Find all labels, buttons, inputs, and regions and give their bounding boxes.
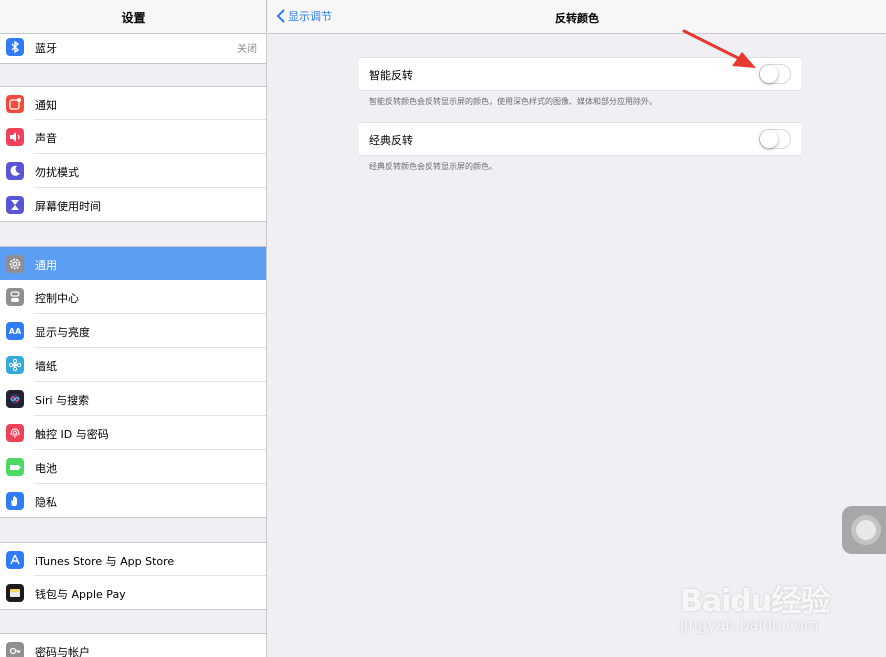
sidebar-item-wallpaper[interactable]: 墙纸 — [0, 348, 266, 382]
sidebar-item-sounds[interactable]: 声音 — [0, 120, 266, 154]
assistive-touch-button[interactable] — [842, 506, 886, 554]
annotation-arrow-icon — [682, 29, 756, 68]
moon-icon — [6, 162, 24, 180]
sidebar-item-privacy[interactable]: 隐私 — [0, 484, 266, 518]
classic-invert-label: 经典反转 — [369, 134, 413, 147]
classic-invert-cell: 经典反转 — [359, 122, 801, 156]
sidebar-item-label: 显示与亮度 — [35, 326, 90, 339]
watermark-url: jingyan.baidu.com — [680, 616, 819, 634]
toggle-knob — [760, 130, 778, 148]
battery-icon — [6, 458, 24, 476]
toggle-knob — [760, 65, 778, 83]
sidebar-item-label: 墙纸 — [35, 360, 57, 373]
sidebar-item-label: 触控 ID 与密码 — [35, 428, 109, 441]
sidebar-item-label: 电池 — [35, 462, 57, 475]
toggles-icon — [6, 288, 24, 306]
sidebar-item-app-store[interactable]: iTunes Store 与 App Store — [0, 542, 266, 576]
sidebar-item-touch-id[interactable]: 触控 ID 与密码 — [0, 416, 266, 450]
sidebar-item-label: 蓝牙 — [35, 42, 57, 55]
key-icon — [6, 642, 24, 657]
detail-nav-bar: 显示调节 反转颜色 — [268, 0, 886, 34]
sidebar-item-bluetooth[interactable]: 蓝牙 关闭 — [0, 30, 266, 64]
sidebar-item-passwords[interactable]: 密码与帐户 — [0, 633, 266, 657]
sidebar-item-label: 隐私 — [35, 496, 57, 509]
classic-invert-footer: 经典反转颜色会反转显示屏的颜色。 — [369, 162, 497, 171]
sidebar-item-display[interactable]: AA 显示与亮度 — [0, 314, 266, 348]
gear-icon — [6, 255, 24, 273]
sidebar-item-label: iTunes Store 与 App Store — [35, 555, 175, 568]
sidebar-item-label: Siri 与搜索 — [35, 394, 90, 407]
sidebar-item-label: 通知 — [35, 99, 57, 112]
page-title: 反转颜色 — [555, 12, 599, 25]
app-store-icon — [6, 551, 24, 569]
sidebar-title: 设置 — [121, 11, 146, 25]
sidebar-item-label: 钱包与 Apple Pay — [35, 588, 126, 601]
sidebar-item-label: 密码与帐户 — [35, 646, 90, 657]
settings-sidebar: 蓝牙 关闭 设置 通知 声音 勿扰模式 屏幕使用时间 通用 控制中心 AA 显示… — [0, 0, 267, 657]
siri-icon — [6, 390, 24, 408]
sidebar-item-general[interactable]: 通用 — [0, 246, 266, 280]
sidebar-item-label: 声音 — [35, 132, 57, 145]
sidebar-item-battery[interactable]: 电池 — [0, 450, 266, 484]
classic-invert-toggle[interactable] — [759, 129, 791, 149]
sidebar-item-siri[interactable]: Siri 与搜索 — [0, 382, 266, 416]
sound-icon — [6, 128, 24, 146]
sidebar-item-control-center[interactable]: 控制中心 — [0, 280, 266, 314]
sidebar-item-label: 通用 — [35, 259, 57, 272]
notifications-icon — [6, 95, 24, 113]
sidebar-item-label: 控制中心 — [35, 292, 79, 305]
baidu-watermark: Baidu经验 jingyan.baidu.com — [676, 566, 886, 640]
fingerprint-icon — [6, 424, 24, 442]
sidebar-item-notifications[interactable]: 通知 — [0, 86, 266, 120]
hourglass-icon — [6, 196, 24, 214]
smart-invert-toggle[interactable] — [759, 64, 791, 84]
watermark-brand: Baidu经验 — [680, 584, 830, 619]
sidebar-item-wallet[interactable]: 钱包与 Apple Pay — [0, 576, 266, 610]
wallpaper-icon — [6, 356, 24, 374]
bluetooth-status: 关闭 — [237, 44, 257, 55]
sidebar-item-label: 屏幕使用时间 — [35, 200, 101, 213]
display-icon: AA — [6, 322, 24, 340]
hand-icon — [6, 492, 24, 510]
sidebar-item-screen-time[interactable]: 屏幕使用时间 — [0, 188, 266, 222]
sidebar-header: 设置 — [0, 0, 266, 34]
sidebar-item-do-not-disturb[interactable]: 勿扰模式 — [0, 154, 266, 188]
bluetooth-icon — [6, 38, 24, 56]
smart-invert-label: 智能反转 — [369, 69, 413, 82]
sidebar-item-label: 勿扰模式 — [35, 166, 79, 179]
smart-invert-footer: 智能反转颜色会反转显示屏的颜色，使用深色样式的图像、媒体和部分应用除外。 — [369, 97, 657, 106]
wallet-icon — [6, 584, 24, 602]
